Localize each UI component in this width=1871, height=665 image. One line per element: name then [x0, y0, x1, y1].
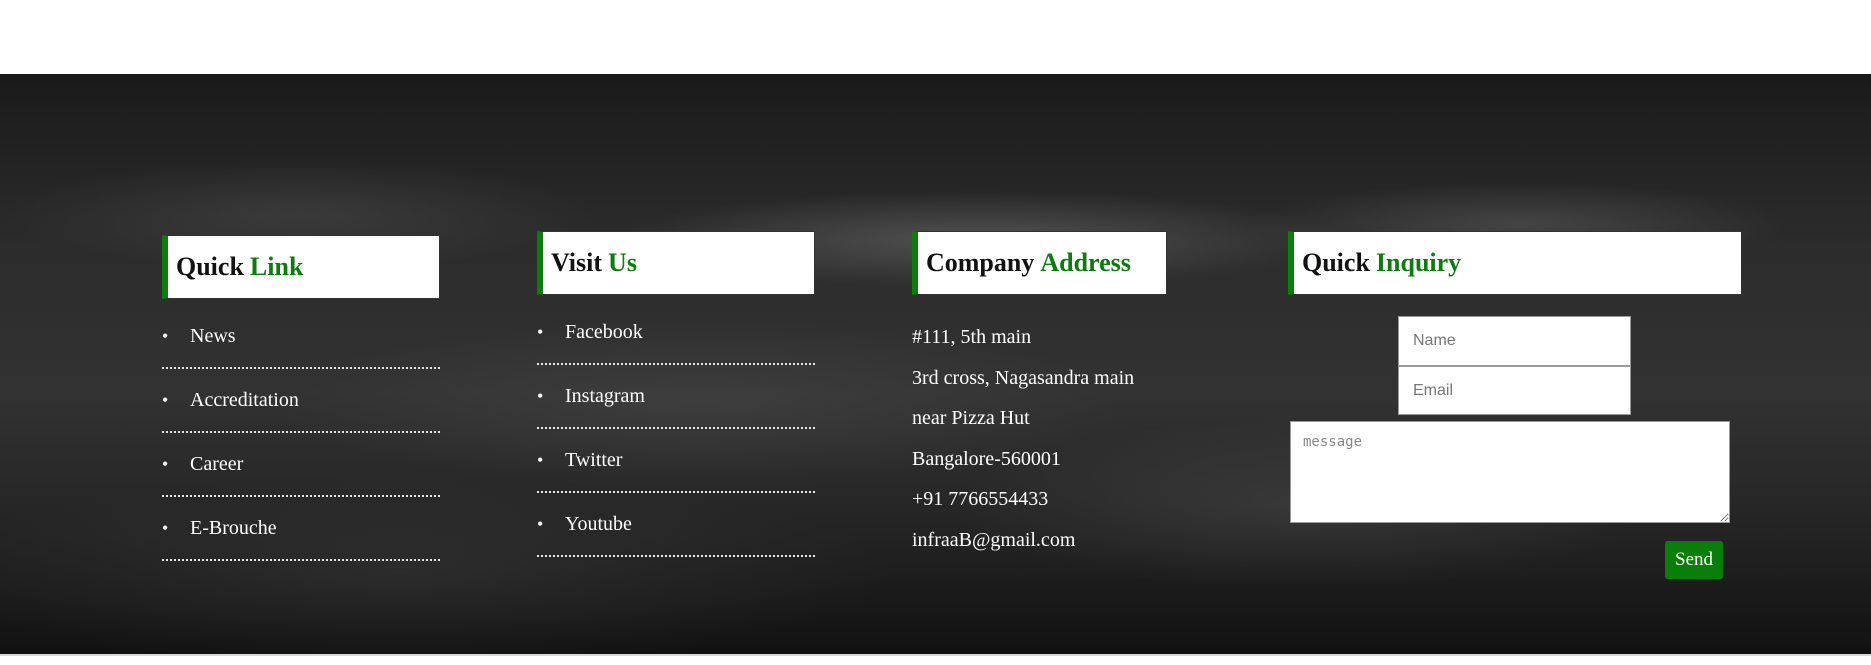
quick-link-item[interactable]: • E-Brouche	[162, 497, 440, 561]
quick-link-item[interactable]: • Career	[162, 433, 440, 497]
phone-number: +91 7766554433	[912, 488, 1049, 510]
social-link-label: Instagram	[565, 384, 645, 407]
quick-link-list: • News • Accreditation • Career • E-Brou…	[162, 305, 440, 561]
visit-us-title-accent: Us	[608, 248, 637, 277]
social-link-twitter[interactable]: • Twitter	[537, 429, 815, 493]
bullet-icon: •	[537, 385, 544, 406]
quick-inquiry-heading: Quick Inquiry	[1288, 231, 1742, 295]
bullet-icon: •	[537, 321, 544, 342]
bullet-icon: •	[162, 453, 169, 474]
visit-us-list: • Facebook • Instagram • Twitter • Youtu…	[537, 301, 815, 557]
address-line: #111, 5th main	[912, 326, 1032, 348]
send-button[interactable]: Send	[1665, 541, 1723, 579]
footer-divider	[0, 654, 1871, 656]
name-input[interactable]	[1398, 316, 1631, 366]
visit-us-title-main: Visit	[551, 248, 603, 277]
address-line: near Pizza Hut	[912, 407, 1030, 429]
company-address-title-main: Company	[926, 248, 1035, 277]
company-address-heading: Company Address	[912, 231, 1167, 295]
message-textarea[interactable]	[1290, 421, 1730, 523]
quick-link-label: Accreditation	[190, 388, 299, 411]
bullet-icon: •	[537, 513, 544, 534]
social-link-instagram[interactable]: • Instagram	[537, 365, 815, 429]
social-link-label: Youtube	[565, 512, 632, 535]
bullet-icon: •	[537, 449, 544, 470]
social-link-facebook[interactable]: • Facebook	[537, 301, 815, 365]
social-link-label: Twitter	[565, 448, 623, 471]
email-input[interactable]	[1398, 366, 1631, 415]
quick-link-item[interactable]: • Accreditation	[162, 369, 440, 433]
quick-link-heading: Quick Link	[162, 235, 440, 299]
social-link-youtube[interactable]: • Youtube	[537, 493, 815, 557]
quick-link-label: Career	[190, 452, 244, 475]
quick-link-title-main: Quick	[176, 252, 244, 281]
bullet-icon: •	[162, 517, 169, 538]
email-address: infraaB@gmail.com	[912, 528, 1076, 551]
visit-us-heading: Visit Us	[537, 231, 815, 295]
address-line: 3rd cross, Nagasandra main	[912, 366, 1135, 389]
social-link-label: Facebook	[565, 320, 643, 343]
quick-inquiry-title-main: Quick	[1302, 248, 1370, 277]
quick-link-item[interactable]: • News	[162, 305, 440, 369]
address-line: Bangalore-560001	[912, 447, 1061, 470]
company-address-block: #111, 5th main 3rd cross, Nagasandra mai…	[912, 317, 1212, 560]
bullet-icon: •	[162, 389, 169, 410]
quick-link-label: News	[190, 324, 236, 347]
company-address-title-accent: Address	[1040, 248, 1131, 277]
bullet-icon: •	[162, 325, 169, 346]
quick-link-label: E-Brouche	[190, 516, 277, 539]
quick-link-title-accent: Link	[249, 252, 304, 281]
quick-inquiry-title-accent: Inquiry	[1375, 248, 1462, 277]
